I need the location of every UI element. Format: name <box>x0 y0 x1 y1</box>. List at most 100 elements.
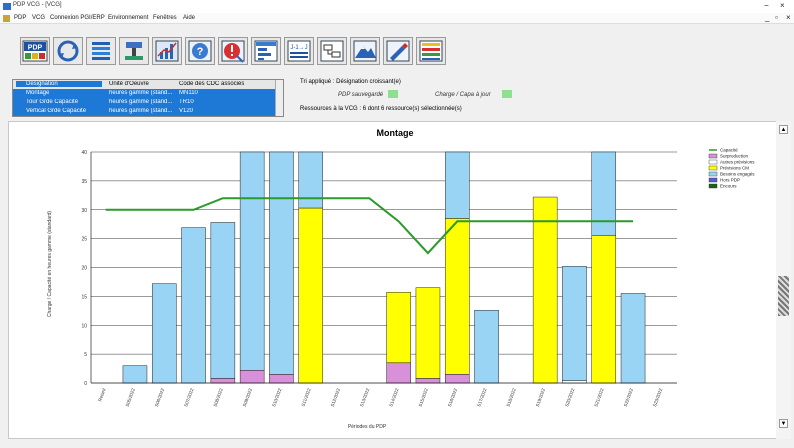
scroll-down-arrow-icon[interactable]: ▼ <box>779 419 788 428</box>
tools-icon <box>125 42 143 60</box>
bar-segment <box>532 196 558 384</box>
menu-aide[interactable]: Aide <box>183 15 195 21</box>
refresh-icon <box>57 40 79 62</box>
y-tick-label: 40 <box>81 150 87 156</box>
child-minimize-icon[interactable]: _ <box>765 13 769 22</box>
document-icon <box>3 15 10 22</box>
row-designation: Montage <box>26 90 50 96</box>
x-tick-label: S10/2022 <box>271 387 282 407</box>
pdp-saved-indicator <box>388 90 398 98</box>
row-designation: Tour Grde Capacité <box>26 99 79 105</box>
child-restore-icon[interactable]: ▫ <box>775 13 778 22</box>
x-tick-label: S19/2022 <box>535 387 546 407</box>
bar-segment <box>239 370 265 384</box>
x-tick-label: S21/2022 <box>593 387 604 407</box>
row-unite: heures gamme (stand... <box>109 90 173 96</box>
bar-segment <box>269 374 294 384</box>
column-header-unite[interactable]: Unité d'Oeuvre <box>109 81 149 87</box>
y-tick-label: 15 <box>81 294 87 300</box>
refresh-button[interactable] <box>53 37 83 65</box>
grid-button[interactable] <box>416 37 446 65</box>
x-tick-label: S15/2022 <box>418 387 429 407</box>
chart-area: Montage 0 5 10 15 20 25 30 35 40 Retard S05/2022 S0… <box>8 121 784 439</box>
bar-segment <box>269 151 294 375</box>
x-tick-label: S13/2022 <box>359 387 370 407</box>
legend-swatch <box>708 159 718 165</box>
legend-label: Capacité <box>720 148 738 153</box>
column-header-codes[interactable]: Code des CDC associés <box>179 81 244 87</box>
bar-segment <box>298 151 324 209</box>
window-title: PDP VCG - [VCG] <box>13 2 62 8</box>
list-button[interactable] <box>86 37 116 65</box>
sort-status: Tri appliqué : Désignation croissant(e) <box>300 79 401 85</box>
alert-button[interactable] <box>218 37 248 65</box>
row-code: V120 <box>179 108 194 114</box>
table-button[interactable] <box>251 37 281 65</box>
bar-segment <box>415 287 441 379</box>
scroll-up-arrow-icon[interactable]: ▲ <box>779 125 788 134</box>
calendar-button-label: J-1→J <box>290 45 307 51</box>
list-icon <box>92 42 110 60</box>
y-tick-label: 5 <box>84 352 87 358</box>
bar-segment <box>386 362 411 384</box>
menu-environnement[interactable]: Environnement <box>108 15 148 21</box>
chart-button[interactable] <box>152 37 182 65</box>
bar-segment <box>415 378 441 384</box>
row-unite: heures gamme (stand... <box>109 108 173 114</box>
mountain-button[interactable] <box>350 37 380 65</box>
calendar-button[interactable]: J-1→J <box>284 37 314 65</box>
resource-list-scrollbar[interactable] <box>275 80 283 116</box>
tools-button[interactable] <box>119 37 149 65</box>
legend-swatch <box>708 177 718 183</box>
menu-vcg[interactable]: VCG <box>32 15 45 21</box>
y-tick-label: 10 <box>81 323 87 329</box>
charge-label: Charge / Capa à jour <box>435 92 491 98</box>
x-tick-label: S12/2022 <box>330 387 341 407</box>
help-button[interactable]: ? <box>185 37 215 65</box>
bar-segment <box>386 292 411 364</box>
resources-count: Ressources à la VCG : 6 dont 6 ressource… <box>300 106 462 112</box>
menu-fenetres[interactable]: Fenêtres <box>153 15 177 21</box>
minimize-icon[interactable]: − <box>764 1 769 10</box>
application-window: PDP VCG - [VCG] − × PDP VCG Connexion PG… <box>0 0 794 448</box>
bar-segment <box>444 218 470 375</box>
x-tick-label: S07/2022 <box>183 387 194 407</box>
y-tick-label: 30 <box>81 208 87 214</box>
bar-segment <box>591 151 617 236</box>
resource-list-header: Désignation Unité d'Oeuvre Code des CDC … <box>13 80 276 89</box>
app-logo-icon <box>3 3 11 10</box>
x-tick-label: S11/2022 <box>301 387 312 407</box>
x-tick-label: S17/2022 <box>476 387 487 407</box>
help-icon: ? <box>188 40 212 62</box>
chart-legend: CapacitéSurproductionAutres prévisionsPr… <box>708 148 755 189</box>
info-panel: Tri appliqué : Désignation croissant(e) … <box>300 79 600 119</box>
resource-list[interactable]: Désignation Unité d'Oeuvre Code des CDC … <box>12 79 284 117</box>
chart-grid <box>91 151 677 384</box>
menu-connexion[interactable]: Connexion PGI/ERP <box>50 15 105 21</box>
bar-segment <box>562 266 587 381</box>
edit-button[interactable] <box>383 37 413 65</box>
close-icon[interactable]: × <box>780 1 785 10</box>
chart-title: Montage <box>377 128 414 138</box>
alert-icon <box>221 40 245 63</box>
x-tick-label: S16/2022 <box>447 387 458 407</box>
list-item[interactable]: Vertical Grde Capacité heures gamme (sta… <box>13 107 276 116</box>
scrollbar-thumb[interactable] <box>778 276 789 316</box>
menu-pdp[interactable]: PDP <box>14 15 26 21</box>
legend-swatch <box>708 171 718 177</box>
column-header-designation[interactable]: Désignation <box>16 81 102 87</box>
charge-indicator <box>502 90 512 98</box>
x-tick-label: Retard <box>97 387 106 402</box>
y-axis-label: Charge / Capacité en heures gamme (stand… <box>47 211 53 318</box>
list-item[interactable]: Tour Grde Capacité heures gamme (stand..… <box>13 98 276 107</box>
legend-label: Autres prévisions <box>720 160 755 165</box>
list-item[interactable]: Montage heures gamme (stand... MN110 <box>13 89 276 98</box>
pdp-button[interactable]: PDP <box>20 37 50 65</box>
sync-button[interactable] <box>317 37 347 65</box>
bar-segment <box>444 151 470 219</box>
x-tick-label: S08/2022 <box>212 387 223 407</box>
row-code: MN110 <box>179 90 198 96</box>
vertical-scrollbar[interactable]: ▲ ▼ <box>776 121 791 439</box>
child-close-icon[interactable]: × <box>786 13 791 22</box>
legend-label: Surproduction <box>720 154 749 159</box>
